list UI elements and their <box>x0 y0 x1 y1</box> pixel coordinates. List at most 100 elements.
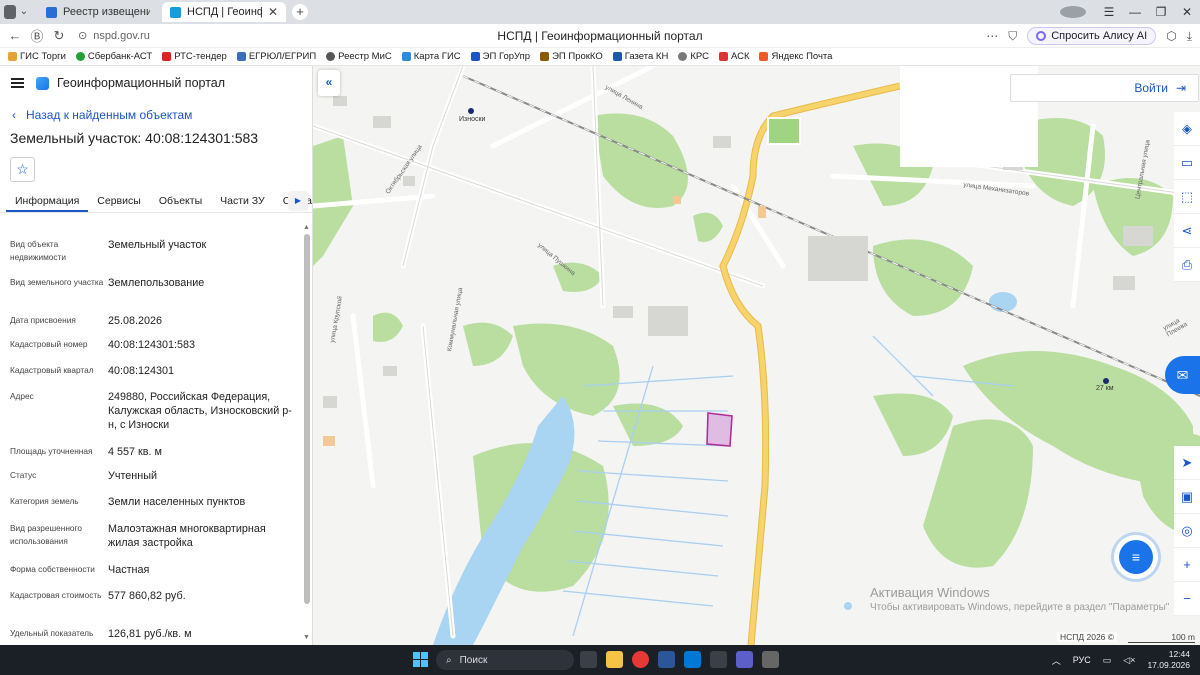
reload-icon[interactable]: ↻ <box>48 28 70 44</box>
attr-row: Вид разрешенного использования Малоэтажна… <box>10 523 266 549</box>
menu-icon[interactable]: ☰ <box>1096 5 1122 19</box>
url-field[interactable]: ⊙ nspd.gov.ru <box>78 29 378 43</box>
volume-icon[interactable]: ◁× <box>1123 655 1135 666</box>
tabs-scroll-right-icon[interactable]: ▶ <box>288 191 308 211</box>
extensions-icon[interactable]: ⬡ <box>1166 29 1176 43</box>
map-toolbar-top: ◈ ▭ ⬚ ⋖ ⎙ <box>1174 112 1200 282</box>
bookmark-item[interactable]: Яндекс Почта <box>759 51 832 62</box>
login-button[interactable]: Войти ⇥ <box>1010 74 1199 102</box>
outlook-icon[interactable] <box>684 651 701 668</box>
attr-row: Форма собственности Частная <box>10 564 150 576</box>
chevron-left-icon: ‹ <box>12 108 16 122</box>
zoom-in-icon[interactable]: + <box>1174 548 1200 582</box>
chevron-up-icon[interactable]: ︿ <box>1052 654 1061 667</box>
select-area-icon[interactable]: ⬚ <box>1174 180 1200 214</box>
ruler-icon[interactable]: ▭ <box>1174 146 1200 180</box>
close-tab-icon[interactable]: ✕ <box>268 5 278 19</box>
bookmark-item[interactable]: АСК <box>718 51 749 62</box>
taskbar-search[interactable]: ⌕ Поиск <box>436 650 574 670</box>
teams-icon[interactable] <box>736 651 753 668</box>
more-icon[interactable]: ⋯ <box>986 29 998 43</box>
map-scale: 100 m <box>1128 632 1195 643</box>
attr-row: Дата присвоения 25.08.2026 <box>10 315 163 327</box>
minimize-icon[interactable]: — <box>1122 5 1148 19</box>
download-icon[interactable]: ⤓ <box>1187 29 1192 44</box>
bookmark-item[interactable]: Сбербанк-АСТ <box>75 51 152 62</box>
attr-row: Кадастровая стоимость 577 860,82 руб. <box>10 590 186 602</box>
page-title: НСПД | Геоинформационный портал <box>497 28 703 43</box>
network-icon[interactable]: ▭ <box>1103 655 1112 666</box>
map-view[interactable]: Износки 27 км улица Пушкина Октябрьская … <box>313 66 1200 645</box>
tab-objects[interactable]: Объекты <box>150 191 211 212</box>
attr-row: Удельный показатель 126,81 руб./кв. м <box>10 628 192 640</box>
scroll-down-icon[interactable]: ▼ <box>303 634 310 641</box>
print-icon[interactable]: ⎙ <box>1174 248 1200 282</box>
calculator-icon[interactable] <box>710 651 727 668</box>
nspd-favicon-icon <box>170 6 181 18</box>
attr-row: Кадастровый квартал 40:08:124301 <box>10 365 175 377</box>
word-icon[interactable] <box>658 651 675 668</box>
workspace-switcher[interactable]: ⌄ <box>4 2 34 22</box>
town-marker <box>468 108 474 114</box>
tab-services[interactable]: Сервисы <box>88 191 150 212</box>
windows-start-icon[interactable] <box>413 652 428 667</box>
chat-assistant-button[interactable]: ≡ <box>1114 535 1158 579</box>
pond <box>989 292 1017 312</box>
back-arrow-icon[interactable]: ← <box>4 28 26 43</box>
search-location-icon[interactable]: ◎ <box>1174 514 1200 548</box>
share-icon[interactable]: ⋖ <box>1174 214 1200 248</box>
bookmark-item[interactable]: ЭП ПрокКО <box>540 51 603 62</box>
maximize-icon[interactable]: ❐ <box>1148 5 1174 19</box>
minimap-icon[interactable]: ▣ <box>1174 480 1200 514</box>
lock-icon: ⊙ <box>78 30 88 42</box>
map-toolbar-bottom: ➤ ▣ ◎ + − <box>1174 446 1200 616</box>
favorite-star-button[interactable]: ☆ <box>10 157 35 182</box>
attr-row: Вид земельного участка Землепользование <box>10 277 205 289</box>
yandex-browser-icon[interactable] <box>632 651 649 668</box>
back-to-results-link[interactable]: ‹ Назад к найденным объектам <box>0 108 312 122</box>
bookmark-item[interactable]: КРС <box>678 51 709 62</box>
language-indicator[interactable]: РУС <box>1073 655 1091 665</box>
label-town: Износки <box>459 116 486 123</box>
browser-tab[interactable]: Реестр извещений <box>38 2 158 22</box>
bookmark-item[interactable]: Реестр МиС <box>326 51 392 62</box>
yandex-logo-icon[interactable]: Ⓑ <box>26 26 48 45</box>
profile-avatar[interactable] <box>1060 6 1086 18</box>
shield-icon <box>46 6 57 18</box>
bookmark-item[interactable]: ЭП ГорУпр <box>470 51 530 62</box>
bookmark-item[interactable]: Газета КН <box>612 51 668 62</box>
hamburger-menu-icon[interactable] <box>11 78 24 88</box>
bookmark-item[interactable]: ГИС Торги <box>8 51 66 62</box>
chat-icon: ≡ <box>1119 540 1153 574</box>
zoom-out-icon[interactable]: − <box>1174 582 1200 616</box>
panel-scrollbar[interactable]: ▲ ▼ <box>303 224 311 644</box>
bookmark-item[interactable]: ЕГРЮЛ/ЕГРИП <box>236 51 316 62</box>
clock[interactable]: 12:44 17.09.2026 <box>1147 649 1190 671</box>
tab-parts[interactable]: Части ЗУ <box>211 191 274 212</box>
browser-tab-active[interactable]: НСПД | Геоинформаци ✕ <box>162 2 286 22</box>
info-tabs: Информация Сервисы Объекты Части ЗУ Сост… <box>0 191 312 213</box>
system-tray: ︿ РУС ▭ ◁× 12:44 17.09.2026 <box>1052 645 1190 675</box>
attr-row: Категория земель Земли населенных пунктов <box>10 496 246 508</box>
window-controls: ☰ — ❐ ✕ <box>1060 0 1200 24</box>
object-title: Земельный участок: 40:08:124301:583 <box>10 130 259 146</box>
locate-icon[interactable]: ➤ <box>1174 446 1200 480</box>
collapse-panel-button[interactable]: « <box>318 70 340 96</box>
ask-alice-button[interactable]: Спросить Алису AI <box>1027 27 1157 45</box>
bookmark-icon[interactable]: ⛉ <box>1008 29 1017 44</box>
feedback-tab-icon[interactable]: ✉ <box>1165 356 1200 394</box>
map-canvas[interactable] <box>313 66 1200 645</box>
close-window-icon[interactable]: ✕ <box>1174 5 1200 19</box>
task-view-icon[interactable] <box>580 651 597 668</box>
windows-taskbar: ⌕ Поиск ︿ РУС ▭ ◁× 12:44 17.09.2026 <box>0 645 1200 675</box>
scroll-up-icon[interactable]: ▲ <box>303 224 310 231</box>
bookmark-item[interactable]: РТС-тендер <box>162 51 227 62</box>
file-explorer-icon[interactable] <box>606 651 623 668</box>
tab-info[interactable]: Информация <box>6 191 89 212</box>
app-icon[interactable] <box>762 651 779 668</box>
bookmark-item[interactable]: Карта ГИС <box>401 51 461 62</box>
scroll-thumb[interactable] <box>304 234 310 604</box>
new-tab-button[interactable]: + <box>292 4 308 20</box>
alice-icon <box>1036 31 1047 41</box>
layers-icon[interactable]: ◈ <box>1174 112 1200 146</box>
